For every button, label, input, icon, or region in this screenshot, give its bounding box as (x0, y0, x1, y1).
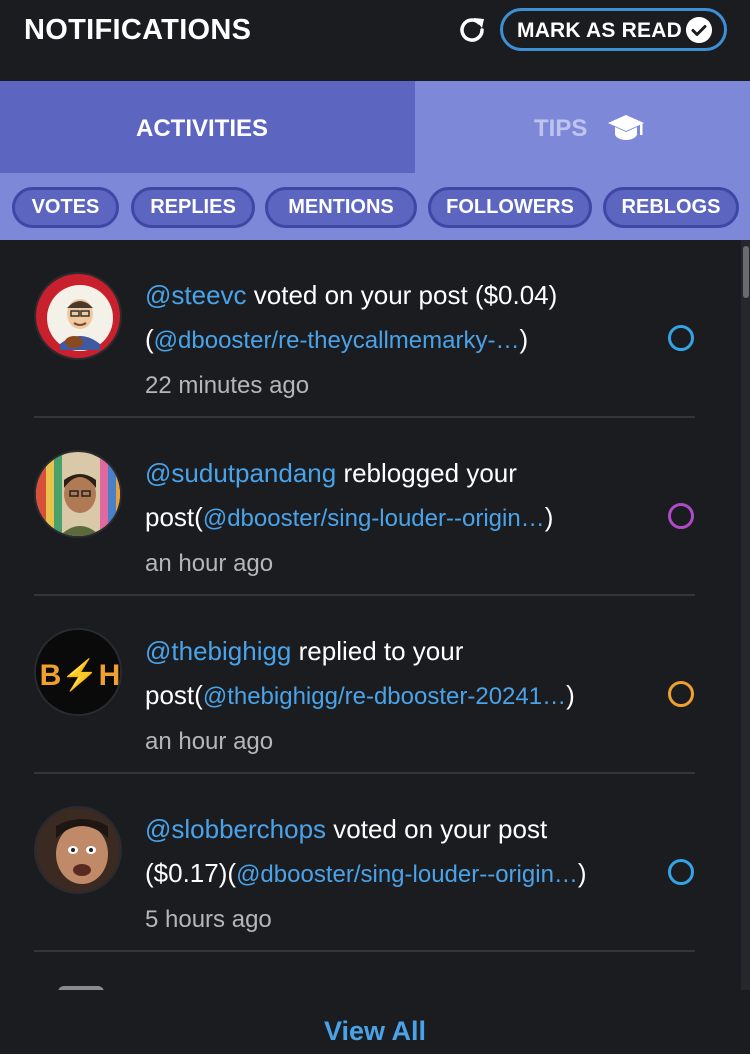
tab-bar: ACTIVITIES TIPS (0, 81, 750, 173)
unread-status-icon[interactable] (668, 859, 694, 885)
notification-text: @steevc voted on your post ($0.04) (@dbo… (145, 273, 635, 409)
link-prefix: ( (194, 502, 203, 532)
scrollbar-thumb[interactable] (743, 246, 749, 298)
post-link[interactable]: @dbooster/re-theycallmemarky-… (154, 327, 520, 354)
filter-votes[interactable]: VOTES (12, 187, 119, 228)
scrollbar[interactable] (741, 240, 750, 990)
notification-item[interactable]: @slobberchops voted on your post ($0.17)… (34, 774, 695, 952)
notification-text: @thebighigg replied to your post(@thebig… (145, 629, 635, 765)
refresh-icon[interactable] (456, 14, 488, 46)
tab-activities-label: ACTIVITIES (136, 115, 269, 142)
avatar-logo-text: B⚡H (40, 657, 121, 693)
post-link[interactable]: @dbooster/sing-louder--origin… (203, 505, 545, 532)
view-all-link[interactable]: View All (0, 1016, 750, 1047)
graduation-cap-icon (608, 115, 644, 140)
avatar[interactable] (34, 806, 122, 894)
timestamp: 22 minutes ago (145, 372, 310, 399)
filter-followers[interactable]: FOLLOWERS (428, 187, 592, 228)
mark-as-read-button[interactable]: MARK AS READ (500, 8, 727, 51)
link-suffix: ) (566, 680, 575, 710)
header: NOTIFICATIONS MARK AS READ (0, 0, 750, 81)
username-link[interactable]: @thebighigg (145, 636, 291, 666)
notification-text: @slobberchops voted on your post ($0.17)… (145, 807, 635, 943)
filter-reblogs[interactable]: REBLOGS (603, 187, 739, 228)
post-link[interactable]: @thebighigg/re-dbooster-20241… (203, 683, 566, 710)
link-prefix: ( (227, 858, 237, 888)
timestamp: 5 hours ago (145, 906, 272, 933)
link-suffix: ) (544, 502, 554, 532)
mark-as-read-label: MARK AS READ (517, 19, 682, 42)
notification-list: @steevc voted on your post ($0.04) (@dbo… (0, 240, 750, 990)
page-title: NOTIFICATIONS (24, 14, 252, 46)
unread-status-icon[interactable] (668, 503, 694, 529)
filter-mentions[interactable]: MENTIONS (265, 187, 417, 228)
timestamp: an hour ago (145, 550, 274, 577)
unread-status-icon[interactable] (668, 681, 694, 707)
unread-status-icon[interactable] (668, 325, 694, 351)
notification-action: voted on your post ($0.04) (246, 280, 558, 310)
notification-text: @sudutpandang reblogged your post(@dboos… (145, 451, 635, 587)
username-link[interactable]: @slobberchops (145, 814, 326, 844)
timestamp: an hour ago (145, 728, 274, 755)
filter-replies[interactable]: REPLIES (131, 187, 255, 228)
link-suffix: ) (519, 324, 529, 354)
tab-tips[interactable]: TIPS (415, 81, 750, 173)
post-link[interactable]: @dbooster/sing-louder--origin… (236, 861, 578, 888)
link-prefix: ( (194, 680, 203, 710)
username-link[interactable]: @steevc (145, 280, 247, 310)
notification-item[interactable]: B⚡H @thebighigg replied to your post(@th… (34, 596, 695, 774)
check-circle-icon (686, 17, 712, 43)
tab-tips-label: TIPS (534, 115, 588, 142)
avatar[interactable]: B⚡H (34, 628, 122, 716)
notification-item[interactable]: @steevc voted on your post ($0.04) (@dbo… (34, 240, 695, 418)
username-link[interactable]: @sudutpandang (145, 458, 336, 488)
link-prefix: ( (145, 324, 154, 354)
link-suffix: ) (577, 858, 587, 888)
avatar[interactable] (34, 450, 122, 538)
notification-item[interactable]: @sudutpandang reblogged your post(@dboos… (34, 418, 695, 596)
avatar[interactable] (34, 272, 122, 360)
filter-bar: VOTES REPLIES MENTIONS FOLLOWERS REBLOGS (0, 173, 750, 240)
tab-activities[interactable]: ACTIVITIES (0, 81, 415, 173)
footer: View All (0, 990, 750, 1054)
